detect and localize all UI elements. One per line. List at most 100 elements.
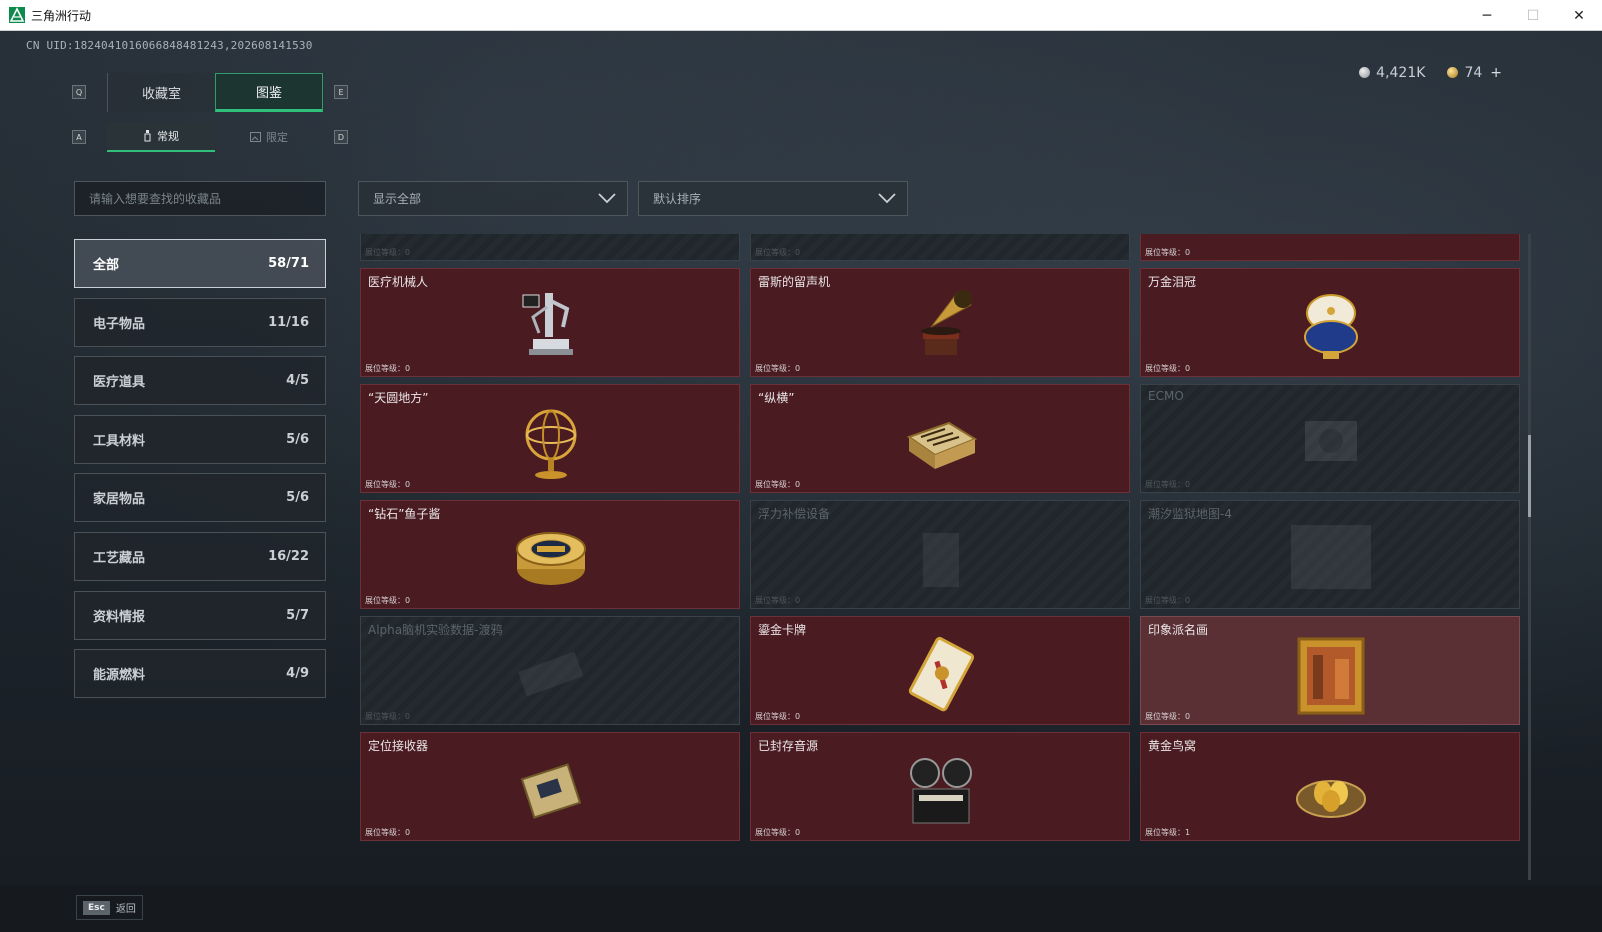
card-level: 展位等级：0: [755, 480, 801, 489]
card-name: 印象派名画: [1148, 623, 1209, 637]
bottle-icon: [144, 130, 151, 142]
category-crafts[interactable]: 工艺藏品 16/22: [74, 531, 326, 581]
category-count: 5/7: [286, 607, 309, 623]
card-level: 展位等级：0: [365, 248, 411, 257]
card-name: 黄金鸟窝: [1148, 739, 1197, 753]
category-label: 医疗道具: [93, 375, 146, 391]
key-e-hint: E: [334, 85, 348, 99]
close-button[interactable]: ✕: [1556, 0, 1602, 31]
grid-scrollbar[interactable]: [1528, 234, 1531, 880]
silver-amount: 4,421K: [1376, 65, 1426, 81]
gold-amount: 74: [1464, 65, 1483, 81]
search-placeholder: 请输入想要查找的收藏品: [89, 192, 222, 206]
tab-collection-room[interactable]: 收藏室: [107, 73, 215, 112]
category-medical[interactable]: 医疗道具 4/5: [74, 356, 326, 406]
card-level: 展位等级：0: [755, 364, 801, 373]
currency-bar: 4,421K 74 +: [1359, 65, 1502, 81]
category-energy[interactable]: 能源燃料 4/9: [74, 649, 326, 699]
subtab-limited-label: 限定: [266, 131, 288, 144]
key-a-hint: A: [72, 130, 86, 144]
window-title: 三角洲行动: [31, 8, 92, 23]
category-tools[interactable]: 工具材料 5/6: [74, 414, 326, 464]
gold-coin-icon: [1447, 67, 1459, 78]
collection-card[interactable]: “钻石”鱼子酱 展位等级：0: [360, 500, 740, 609]
collection-card[interactable]: 医疗机械人 展位等级：0: [360, 268, 740, 377]
card-level: 展位等级：1: [1145, 828, 1191, 837]
card-name: 万金泪冠: [1148, 275, 1197, 289]
category-label: 电子物品: [93, 316, 146, 332]
card-name: ECMO: [1148, 389, 1184, 403]
category-all[interactable]: 全部 58/71: [74, 239, 326, 288]
collection-card[interactable]: 印象派名画 展位等级：0: [1140, 616, 1520, 725]
category-count: 58/71: [268, 256, 309, 271]
golden-nest-icon: [1296, 780, 1366, 818]
subtab-limited[interactable]: 限定: [215, 122, 323, 152]
card-name: 医疗机械人: [368, 275, 429, 289]
card-level: 展位等级：0: [1145, 712, 1191, 721]
category-home[interactable]: 家居物品 5/6: [74, 473, 326, 523]
collection-card[interactable]: 展位等级：0: [1140, 234, 1520, 261]
reel-recorder-icon: [910, 758, 972, 824]
tab-catalog[interactable]: 图鉴: [215, 73, 323, 112]
chevron-down-icon: [878, 193, 896, 204]
armillary-sphere-icon: [525, 409, 577, 479]
collection-card[interactable]: ECMO 展位等级：0: [1140, 384, 1520, 493]
card-level: 展位等级：0: [1145, 596, 1191, 605]
card-name: 已封存音源: [758, 739, 819, 753]
category-label: 资料情报: [93, 609, 146, 625]
card-name: “钻石”鱼子酱: [368, 507, 441, 521]
card-name: 雷斯的留声机: [758, 275, 831, 289]
esc-key-label: Esc: [83, 900, 110, 915]
card-name: 鎏金卡牌: [758, 623, 807, 637]
picture-icon: [250, 132, 261, 142]
back-button[interactable]: Esc 返回: [76, 895, 143, 920]
card-level: 展位等级：0: [365, 364, 411, 373]
uid-text: CN UID:1824041016066848481243,2026081415…: [26, 39, 313, 52]
sort-dropdown[interactable]: 默认排序: [638, 181, 908, 216]
sub-tabs: 常规 限定: [107, 122, 324, 152]
collection-card[interactable]: 已封存音源 展位等级：0: [750, 732, 1130, 841]
card-level: 展位等级：0: [365, 712, 411, 721]
map-icon: [1291, 525, 1371, 589]
collection-card[interactable]: 万金泪冠 展位等级：0: [1140, 268, 1520, 377]
collection-card[interactable]: 潮汐监狱地图-4 展位等级：0: [1140, 500, 1520, 609]
category-count: 4/9: [286, 666, 309, 682]
receiver-icon: [520, 763, 582, 819]
chevron-down-icon: [598, 193, 616, 204]
category-electronics[interactable]: 电子物品 11/16: [74, 297, 326, 347]
window-titlebar: 三角洲行动 ─ ☐ ✕: [0, 0, 1602, 31]
collection-card[interactable]: 展位等级：0: [360, 234, 740, 261]
card-level: 展位等级：0: [755, 248, 801, 257]
gilded-card-icon: [908, 636, 975, 712]
add-currency-button[interactable]: +: [1490, 65, 1502, 81]
collection-card[interactable]: 鎏金卡牌 展位等级：0: [750, 616, 1130, 725]
grid-scrollbar-thumb[interactable]: [1528, 435, 1531, 517]
maximize-button[interactable]: ☐: [1510, 0, 1556, 31]
card-level: 展位等级：0: [365, 596, 411, 605]
category-list: 全部 58/71 电子物品 11/16 医疗道具 4/5 工具材料 5/6 家居物品 5/…: [74, 239, 326, 708]
collection-card[interactable]: 黄金鸟窝 展位等级：1: [1140, 732, 1520, 841]
category-intel[interactable]: 资料情报 5/7: [74, 590, 326, 640]
card-name: 定位接收器: [368, 739, 429, 753]
card-level: 展位等级：0: [755, 712, 801, 721]
collection-card[interactable]: 浮力补偿设备 展位等级：0: [750, 500, 1130, 609]
back-label: 返回: [115, 904, 136, 915]
collection-card[interactable]: “天圆地方” 展位等级：0: [360, 384, 740, 493]
collection-card[interactable]: Alpha脑机实验数据-渡鸦 展位等级：0: [360, 616, 740, 725]
subtab-regular[interactable]: 常规: [107, 122, 215, 152]
collection-card[interactable]: 展位等级：0: [750, 234, 1130, 261]
collection-card[interactable]: “纵横” 展位等级：0: [750, 384, 1130, 493]
card-level: 展位等级：0: [365, 480, 411, 489]
category-count: 16/22: [268, 548, 309, 564]
filter-dropdown[interactable]: 显示全部: [358, 181, 628, 216]
category-count: 5/6: [286, 490, 309, 506]
card-level: 展位等级：0: [755, 596, 801, 605]
collection-card[interactable]: 定位接收器 展位等级：0: [360, 732, 740, 841]
minimize-button[interactable]: ─: [1464, 0, 1510, 31]
card-level: 展位等级：0: [755, 828, 801, 837]
app-logo-icon: [9, 7, 25, 23]
search-input[interactable]: 请输入想要查找的收藏品: [74, 181, 326, 216]
collection-card[interactable]: 雷斯的留声机 展位等级：0: [750, 268, 1130, 377]
game-screen: CN UID:1824041016066848481243,2026081415…: [0, 31, 1602, 932]
card-level: 展位等级：0: [1145, 248, 1191, 257]
